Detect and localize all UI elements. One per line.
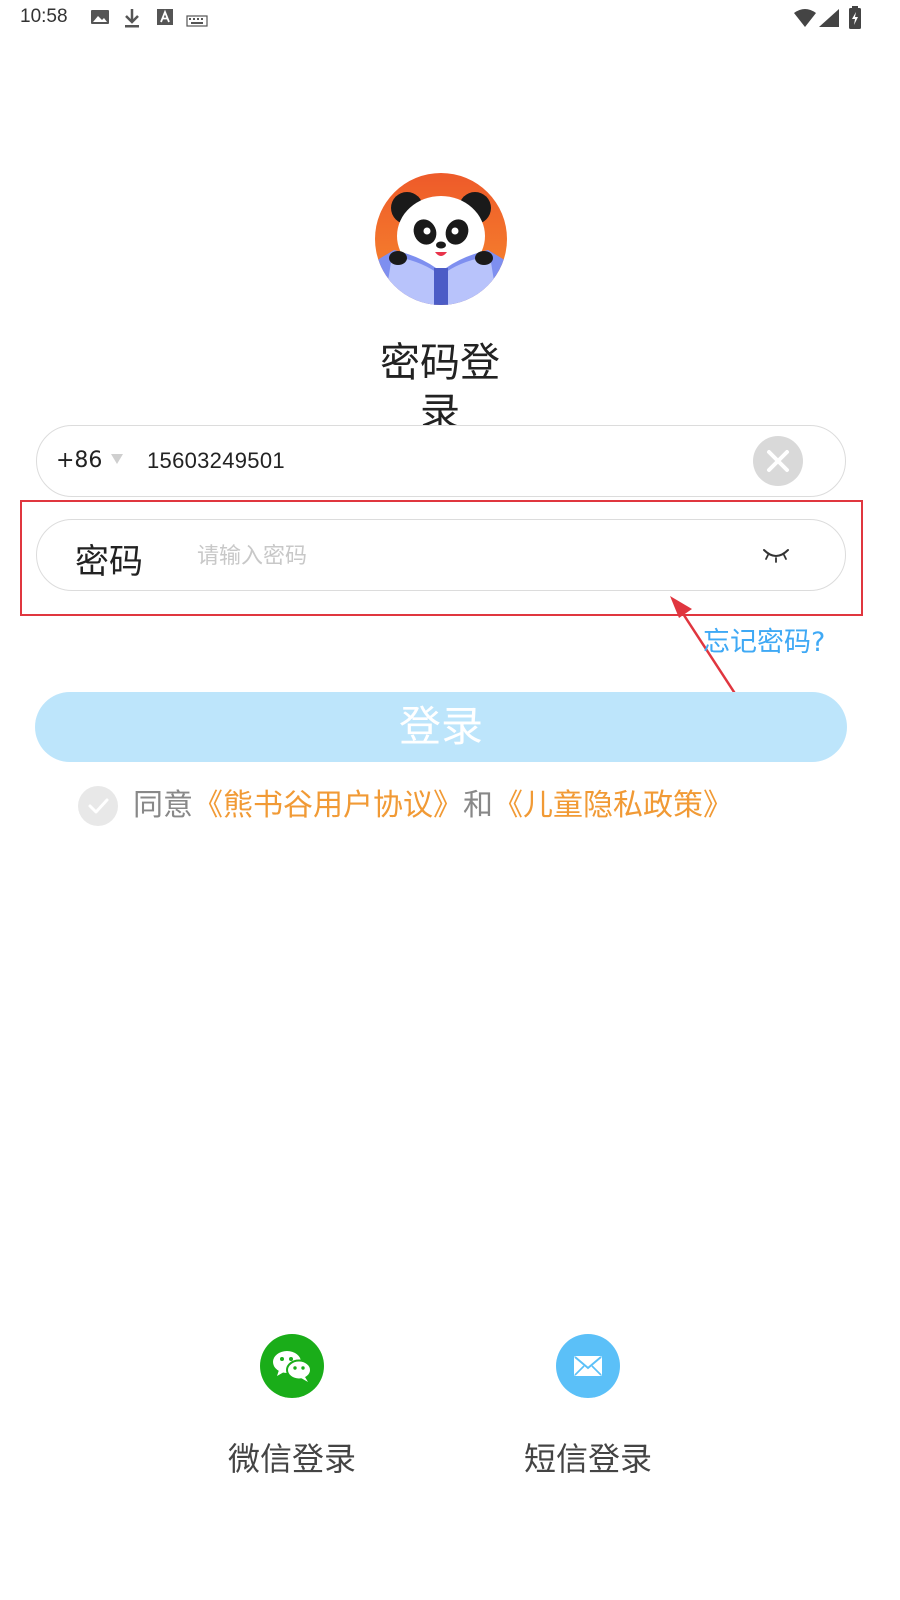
agreement-row: 同意《熊书谷用户协议》和《儿童隐私政策》 bbox=[78, 784, 838, 828]
agreement-text: 同意《熊书谷用户协议》和《儿童隐私政策》 bbox=[133, 786, 733, 826]
phone-field[interactable]: +86 15603249501 bbox=[36, 425, 846, 497]
agreement-prefix: 同意 bbox=[133, 788, 193, 823]
sms-login-button[interactable]: 短信登录 bbox=[488, 1334, 688, 1484]
sms-login-label: 短信登录 bbox=[523, 1440, 652, 1478]
user-agreement-link[interactable]: 《熊书谷用户协议》 bbox=[193, 788, 463, 823]
wifi-icon bbox=[793, 8, 817, 32]
forgot-password-link[interactable]: 忘记密码? bbox=[703, 620, 825, 659]
agreement-and: 和 bbox=[463, 788, 493, 823]
login-button[interactable]: 登录 bbox=[35, 692, 847, 762]
mail-icon[interactable] bbox=[556, 1334, 620, 1398]
caret-down-icon[interactable] bbox=[110, 450, 124, 469]
status-time: 10:58 bbox=[20, 6, 68, 27]
download-icon bbox=[123, 8, 141, 32]
a-icon bbox=[156, 8, 174, 30]
battery-icon bbox=[848, 6, 862, 34]
annotation-highlight-box bbox=[20, 500, 863, 616]
phone-number[interactable]: 15603249501 bbox=[147, 448, 285, 474]
app-logo bbox=[374, 172, 508, 306]
keyboard-icon bbox=[186, 12, 208, 31]
status-bar: 10:58 bbox=[0, 0, 900, 36]
clear-icon[interactable] bbox=[753, 436, 803, 486]
wechat-login-label: 微信登录 bbox=[227, 1440, 356, 1478]
wechat-icon[interactable] bbox=[260, 1334, 324, 1398]
wechat-login-button[interactable]: 微信登录 bbox=[192, 1334, 392, 1484]
image-icon bbox=[90, 8, 110, 30]
country-code[interactable]: +86 bbox=[56, 448, 102, 473]
agree-checkbox[interactable] bbox=[78, 786, 118, 826]
privacy-policy-link[interactable]: 《儿童隐私政策》 bbox=[493, 788, 733, 823]
page-title: 密码登录 bbox=[380, 340, 500, 426]
signal-icon bbox=[818, 8, 840, 32]
